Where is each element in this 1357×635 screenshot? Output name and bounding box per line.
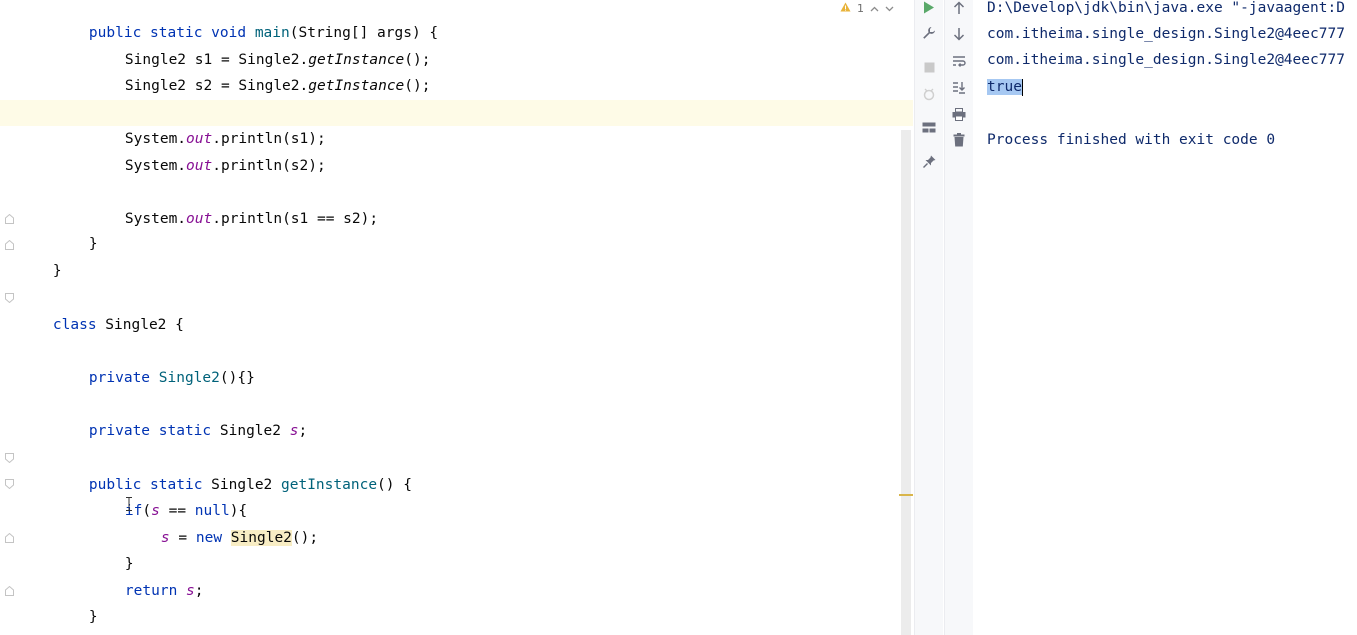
code-line[interactable]: private static Single2 s; [54,392,307,439]
code-line[interactable]: System.out.println(s2); [90,127,326,174]
code-line[interactable]: System.out.println(s1); [90,100,326,147]
editor-scrollbar[interactable] [901,130,911,635]
fold-end-icon[interactable] [5,214,14,224]
code-text: Single2 s2 = Single2. [124,78,309,94]
text-cursor-icon [126,496,132,511]
code-text: ; [298,423,308,439]
code-text: Single2 { [96,317,184,333]
fold-start-icon[interactable] [5,453,14,463]
text-caret [1021,78,1023,96]
fold-end-icon[interactable] [5,533,14,543]
run-toolbar [914,0,943,635]
constructor-usage-highlight: Single2 [230,530,292,546]
code-line[interactable]: } [18,232,62,279]
code-text: .println(s1 == s2); [212,211,379,227]
warning-stripe-marker[interactable] [899,494,913,496]
keyword: return [124,583,178,599]
code-line[interactable]: if(s == null){ [90,472,247,519]
run-icon[interactable] [919,0,939,17]
code-line[interactable]: Single2 s2 = Single2.getInstance(); [90,47,431,94]
fold-start-icon[interactable] [5,293,14,303]
warning-icon [840,2,851,15]
code-text: (); [404,78,431,94]
keyword: class [52,317,97,333]
static-field: out [186,158,213,174]
arrow-up-icon[interactable] [949,0,969,18]
method-call: getInstance [308,78,405,94]
chevron-up-icon[interactable] [870,2,879,15]
layout-icon[interactable] [919,117,939,137]
inspections-widget[interactable]: 1 [840,0,894,16]
rerun-failed-icon[interactable] [919,84,939,104]
console-line-command: D:\Develop\jdk\bin\java.exe "-javaagent:… [987,0,1345,16]
static-field: s [186,583,195,599]
code-text: System. [124,158,187,174]
keyword: private [88,423,151,439]
code-editor[interactable]: public static void main(String[] args) {… [0,0,913,635]
code-line[interactable]: class Single2 { [18,286,184,333]
code-line[interactable]: s = new Single2(); [126,499,318,546]
closing-brace: } [88,236,98,252]
code-text: System. [124,211,187,227]
chevron-down-icon[interactable] [885,2,894,15]
keyword: static [158,423,212,439]
static-field: s [160,530,170,546]
code-line[interactable]: public static void main(String[] args) { [54,0,438,41]
type-name: Single2 [219,423,290,439]
arrow-down-icon[interactable] [949,24,969,44]
closing-brace: } [88,609,98,625]
warning-count: 1 [857,1,864,15]
soft-wrap-icon[interactable] [949,51,969,71]
code-line[interactable]: } [90,525,134,572]
stop-icon[interactable] [919,57,939,77]
code-text: .println(s2); [212,158,326,174]
code-text: () { [377,477,412,493]
code-text: ; [194,583,204,599]
code-line[interactable]: public static Single2 getInstance() { [54,446,412,493]
print-icon[interactable] [949,104,969,124]
code-line[interactable]: } [54,205,98,252]
method-name: getInstance [281,477,378,493]
keyword: new [195,530,223,546]
selected-text: true [987,79,1022,95]
console-toolbar [944,0,974,635]
fold-end-icon[interactable] [5,586,14,596]
pin-icon[interactable] [919,151,939,171]
trash-icon[interactable] [949,130,969,150]
static-field: out [186,211,213,227]
code-line[interactable]: } [54,578,98,625]
code-line[interactable]: Single2 s1 = Single2.getInstance(); [90,21,431,68]
scroll-to-end-icon[interactable] [949,77,969,97]
wrench-icon[interactable] [919,23,939,43]
console-line: com.itheima.single_design.Single2@4eec77… [987,26,1345,42]
code-line[interactable]: System.out.println(s1 == s2); [90,180,378,227]
code-line[interactable]: private Single2(){} [54,339,255,386]
console-output[interactable]: D:\Develop\jdk\bin\java.exe "-javaagent:… [973,0,1357,635]
code-text: = [169,530,196,546]
code-text: (); [291,530,319,546]
fold-end-icon[interactable] [5,240,14,250]
console-line: com.itheima.single_design.Single2@4eec77… [987,52,1345,68]
code-line[interactable]: return s; [90,552,204,599]
console-line-selected[interactable]: true [987,74,1023,100]
closing-brace: } [52,263,62,279]
code-text: (){} [219,370,255,386]
keyword: private [88,370,151,386]
constructor-name: Single2 [158,370,220,386]
console-line-exit-status: Process finished with exit code 0 [987,132,1276,148]
fold-start-icon[interactable] [5,479,14,489]
